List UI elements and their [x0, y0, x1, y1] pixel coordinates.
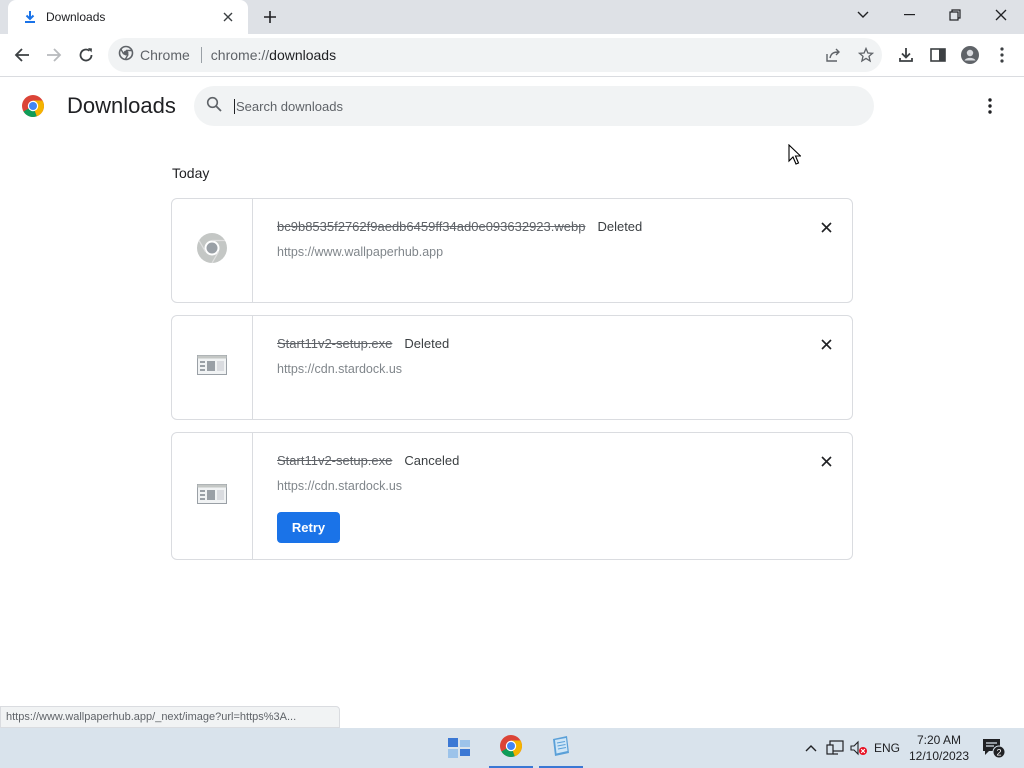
- volume-muted-icon[interactable]: [848, 728, 870, 768]
- search-input[interactable]: [234, 98, 834, 114]
- file-source-url[interactable]: https://www.wallpaperhub.app: [277, 245, 443, 259]
- file-icon-column: [172, 199, 253, 302]
- start-button[interactable]: [436, 728, 482, 768]
- more-actions-icon[interactable]: [978, 94, 1002, 118]
- search-box[interactable]: [194, 86, 874, 126]
- new-tab-button[interactable]: [258, 6, 282, 28]
- remove-item-close-icon[interactable]: [814, 449, 838, 473]
- omnibox-divider: [200, 47, 202, 63]
- file-icon-column: [172, 433, 253, 559]
- mouse-cursor-icon: [788, 143, 802, 170]
- share-icon[interactable]: [820, 42, 846, 68]
- downloads-header: Downloads: [0, 78, 1024, 134]
- address-bar[interactable]: Chrome chrome://downloads: [108, 38, 882, 72]
- reload-button[interactable]: [71, 40, 101, 70]
- language-indicator[interactable]: ENG: [872, 728, 902, 768]
- site-chip-label: Chrome: [140, 47, 190, 63]
- windows-taskbar: ENG 7:20 AM 12/10/2023 2: [0, 728, 1024, 768]
- date-heading: Today: [172, 165, 210, 181]
- show-hidden-icons-chevron-icon[interactable]: [800, 728, 822, 768]
- notification-center-icon[interactable]: 2: [978, 728, 1008, 768]
- system-clock[interactable]: 7:20 AM 12/10/2023: [902, 732, 976, 764]
- clock-date: 12/10/2023: [908, 749, 970, 763]
- downloads-toolbar-icon[interactable]: [891, 40, 921, 70]
- tab-strip: Downloads: [0, 0, 1024, 34]
- retry-button[interactable]: Retry: [277, 512, 340, 543]
- file-source-url[interactable]: https://cdn.stardock.us: [277, 479, 402, 493]
- notepad-icon: [549, 734, 573, 763]
- taskbar-chrome-app[interactable]: [488, 728, 534, 768]
- tab-downloads[interactable]: Downloads: [8, 0, 248, 34]
- file-icon-column: [172, 316, 253, 419]
- url-host: downloads: [269, 47, 337, 63]
- download-item: bc9b8535f2762f9aedb6459ff34ad0e093632923…: [171, 198, 853, 303]
- side-panel-icon[interactable]: [923, 40, 953, 70]
- chrome-file-icon: [196, 232, 228, 269]
- bookmark-star-icon[interactable]: [853, 42, 879, 68]
- file-info: bc9b8535f2762f9aedb6459ff34ad0e093632923…: [277, 219, 642, 234]
- tab-close-icon[interactable]: [218, 7, 238, 27]
- tab-title: Downloads: [46, 10, 106, 24]
- restore-button[interactable]: [932, 0, 978, 30]
- browser-toolbar: Chrome chrome://downloads: [0, 34, 1024, 77]
- close-window-button[interactable]: [978, 0, 1024, 30]
- file-name[interactable]: bc9b8535f2762f9aedb6459ff34ad0e093632923…: [277, 219, 585, 234]
- browser-menu-icon[interactable]: [987, 40, 1017, 70]
- page-title: Downloads: [67, 93, 176, 118]
- notification-count: 2: [996, 748, 1001, 758]
- file-source-url[interactable]: https://cdn.stardock.us: [277, 362, 402, 376]
- url-text: chrome://downloads: [211, 47, 336, 63]
- download-icon: [22, 9, 38, 25]
- chrome-logo-icon: [21, 94, 45, 123]
- exe-file-icon: [197, 483, 227, 509]
- download-item: Start11v2-setup.exe Canceled https://cdn…: [171, 432, 853, 560]
- network-icon[interactable]: [824, 728, 846, 768]
- file-status: Deleted: [597, 219, 643, 234]
- file-name[interactable]: Start11v2-setup.exe: [277, 453, 392, 468]
- file-info: Start11v2-setup.exe Canceled: [277, 453, 459, 468]
- download-item: Start11v2-setup.exe Deleted https://cdn.…: [171, 315, 853, 420]
- file-info: Start11v2-setup.exe Deleted: [277, 336, 449, 351]
- link-status-bubble: https://www.wallpaperhub.app/_next/image…: [0, 706, 340, 728]
- clock-time: 7:20 AM: [916, 733, 962, 747]
- search-icon: [206, 96, 222, 117]
- file-status: Deleted: [404, 336, 450, 351]
- remove-item-close-icon[interactable]: [814, 215, 838, 239]
- taskbar-notepad-app[interactable]: [538, 728, 584, 768]
- remove-item-close-icon[interactable]: [814, 332, 838, 356]
- minimize-button[interactable]: [886, 0, 932, 30]
- forward-button[interactable]: [39, 40, 69, 70]
- tab-search-icon[interactable]: [840, 0, 886, 30]
- file-status: Canceled: [404, 453, 460, 468]
- file-name[interactable]: Start11v2-setup.exe: [277, 336, 392, 351]
- url-scheme: chrome://: [210, 47, 270, 63]
- back-button[interactable]: [7, 40, 37, 70]
- chrome-site-icon[interactable]: [118, 45, 134, 66]
- profile-avatar-icon[interactable]: [955, 40, 985, 70]
- chrome-taskbar-icon: [499, 734, 523, 763]
- exe-file-icon: [197, 355, 227, 380]
